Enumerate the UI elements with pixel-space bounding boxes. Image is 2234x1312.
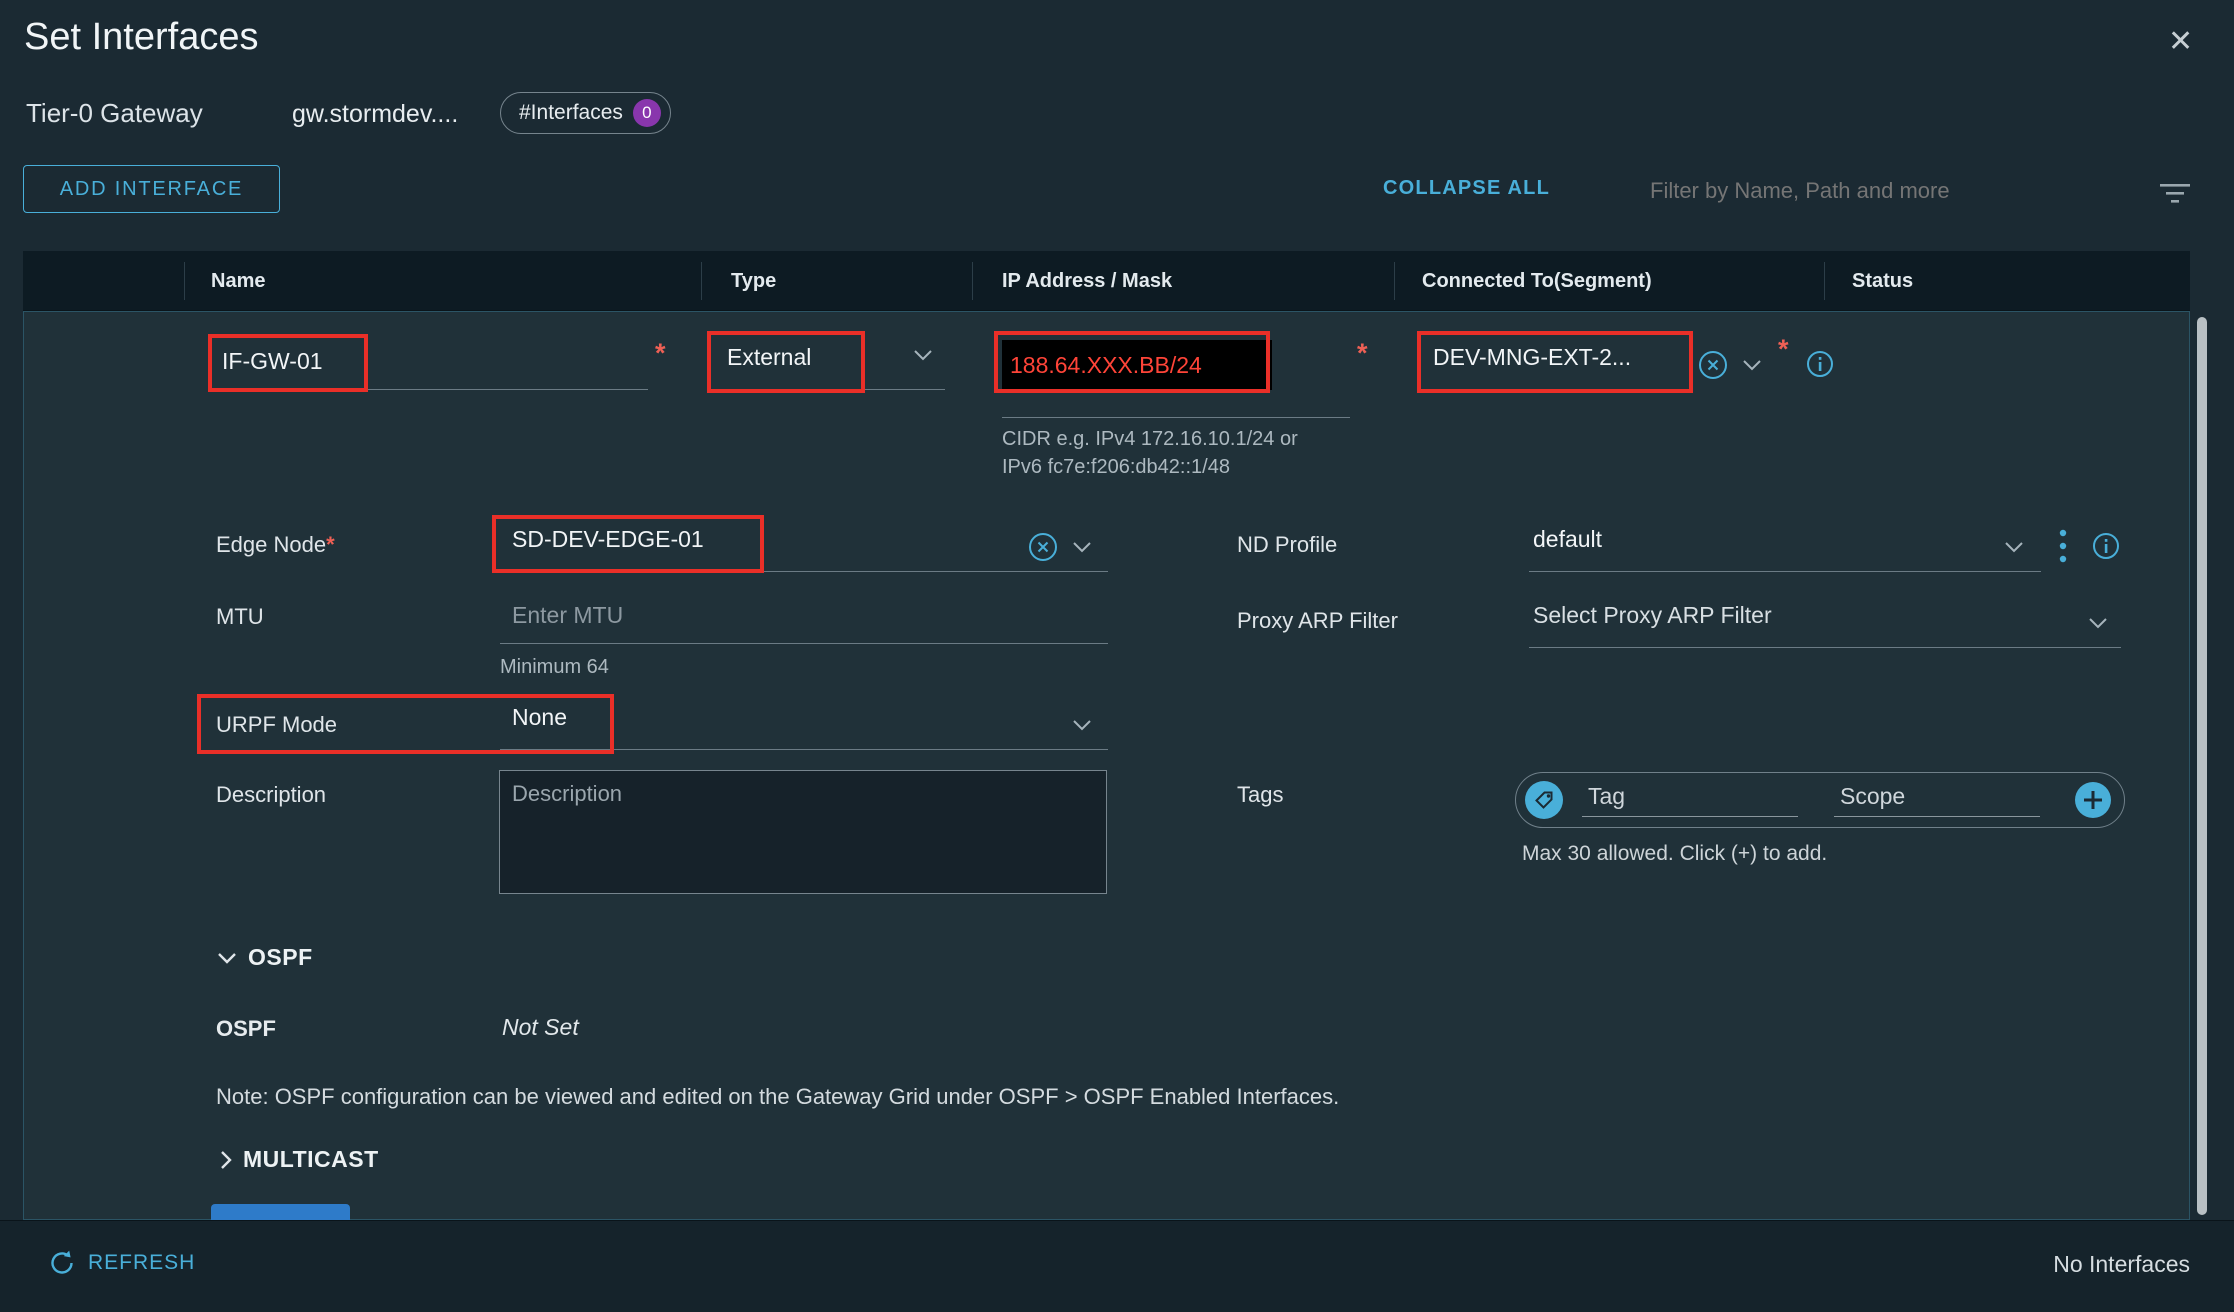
required-marker: *: [655, 340, 666, 367]
close-icon[interactable]: ✕: [2168, 24, 2193, 59]
ospf-field-value: Not Set: [502, 1014, 579, 1041]
multicast-section-toggle[interactable]: MULTICAST: [219, 1146, 379, 1173]
urpf-mode-label: URPF Mode: [216, 712, 337, 738]
column-header-type: Type: [731, 270, 776, 293]
gateway-name: gw.stormdev....: [292, 100, 458, 129]
ip-help-line1: CIDR e.g. IPv4 172.16.10.1/24 or: [1002, 428, 1298, 451]
refresh-label: REFRESH: [88, 1251, 195, 1275]
footer-status: No Interfaces: [2053, 1251, 2190, 1278]
column-header-status: Status: [1852, 270, 1913, 293]
tags-label: Tags: [1237, 782, 1283, 808]
mtu-help: Minimum 64: [500, 656, 609, 679]
proxy-arp-value: Select Proxy ARP Filter: [1533, 602, 1772, 628]
chevron-down-icon: [2088, 616, 2108, 630]
column-divider: [1394, 262, 1395, 300]
info-icon[interactable]: [2092, 532, 2120, 560]
type-select-value: External: [727, 344, 811, 370]
collapse-all-link[interactable]: COLLAPSE ALL: [1383, 177, 1550, 200]
refresh-icon: [48, 1249, 76, 1277]
save-button-partial[interactable]: [211, 1204, 350, 1220]
nd-profile-value: default: [1533, 526, 1602, 552]
chevron-down-icon: [216, 951, 238, 965]
column-divider: [184, 262, 185, 300]
multicast-section-label: MULTICAST: [243, 1146, 379, 1173]
scrollbar-track[interactable]: [2196, 313, 2208, 1218]
info-icon[interactable]: [1806, 350, 1834, 378]
chevron-down-icon: [1072, 540, 1092, 554]
tags-group: [1515, 772, 2125, 828]
mtu-input[interactable]: [500, 598, 1108, 644]
chevron-down-icon: [913, 348, 933, 362]
filter-input[interactable]: [1648, 170, 2122, 212]
clear-selection-icon[interactable]: [1698, 350, 1728, 380]
column-divider: [1824, 262, 1825, 300]
interfaces-count-badge: 0: [633, 99, 661, 127]
connected-segment-select[interactable]: DEV-MNG-EXT-2...: [1425, 344, 1690, 390]
tag-input[interactable]: [1582, 783, 1798, 817]
ospf-section-toggle[interactable]: OSPF: [216, 944, 313, 971]
edge-node-label-text: Edge Node: [216, 532, 326, 557]
interfaces-badge-label: #Interfaces: [519, 101, 623, 125]
edge-node-value: SD-DEV-EDGE-01: [512, 526, 704, 552]
required-marker: *: [1357, 340, 1368, 367]
ospf-section-label: OSPF: [248, 944, 313, 971]
ospf-field-label: OSPF: [216, 1016, 276, 1042]
chevron-down-icon[interactable]: [1742, 358, 1762, 372]
required-marker: *: [1778, 336, 1789, 363]
clear-selection-icon[interactable]: [1028, 532, 1058, 562]
footer-bar: REFRESH No Interfaces: [0, 1220, 2234, 1312]
description-textarea[interactable]: [499, 770, 1107, 894]
connected-segment-value: DEV-MNG-EXT-2...: [1433, 344, 1631, 370]
ospf-note: Note: OSPF configuration can be viewed a…: [216, 1084, 1339, 1110]
required-marker: *: [326, 532, 335, 557]
add-interface-button[interactable]: ADD INTERFACE: [23, 165, 280, 213]
column-divider: [972, 262, 973, 300]
set-interfaces-dialog: Set Interfaces ✕ Tier-0 Gateway gw.storm…: [0, 0, 2234, 1312]
nd-profile-select[interactable]: default: [1529, 526, 2041, 572]
column-header-connected: Connected To(Segment): [1422, 270, 1652, 293]
edge-node-select[interactable]: SD-DEV-EDGE-01: [500, 526, 1108, 572]
interfaces-badge[interactable]: #Interfaces 0: [500, 92, 671, 134]
ip-input-underline: [1002, 417, 1350, 418]
add-tag-icon[interactable]: [2074, 781, 2112, 819]
urpf-mode-select[interactable]: None: [500, 704, 1108, 750]
tags-help: Max 30 allowed. Click (+) to add.: [1522, 842, 1827, 866]
page-title: Set Interfaces: [24, 16, 258, 59]
ip-address-input[interactable]: [1002, 340, 1272, 390]
ip-help-line2: IPv6 fc7e:f206:db42::1/48: [1002, 456, 1230, 479]
kebab-menu-icon[interactable]: [2058, 528, 2068, 566]
nd-profile-label: ND Profile: [1237, 532, 1337, 558]
name-input[interactable]: [216, 344, 648, 390]
column-header-name: Name: [211, 270, 265, 293]
description-label: Description: [216, 782, 326, 808]
column-divider: [701, 262, 702, 300]
scrollbar-thumb[interactable]: [2197, 317, 2207, 1215]
proxy-arp-label: Proxy ARP Filter: [1237, 608, 1398, 634]
chevron-down-icon: [2004, 540, 2024, 554]
type-select[interactable]: External: [711, 344, 945, 390]
chevron-down-icon: [1072, 718, 1092, 732]
proxy-arp-select[interactable]: Select Proxy ARP Filter: [1529, 602, 2121, 648]
column-header-ip: IP Address / Mask: [1002, 270, 1172, 293]
gateway-type-label: Tier-0 Gateway: [26, 98, 203, 129]
chevron-right-icon: [219, 1149, 233, 1171]
filter-icon[interactable]: [2158, 182, 2192, 206]
scope-input[interactable]: [1834, 783, 2040, 817]
edge-node-label: Edge Node*: [216, 532, 335, 558]
mtu-label: MTU: [216, 604, 264, 630]
tag-icon: [1524, 780, 1564, 820]
refresh-button[interactable]: REFRESH: [48, 1249, 195, 1277]
urpf-mode-value: None: [512, 704, 567, 730]
